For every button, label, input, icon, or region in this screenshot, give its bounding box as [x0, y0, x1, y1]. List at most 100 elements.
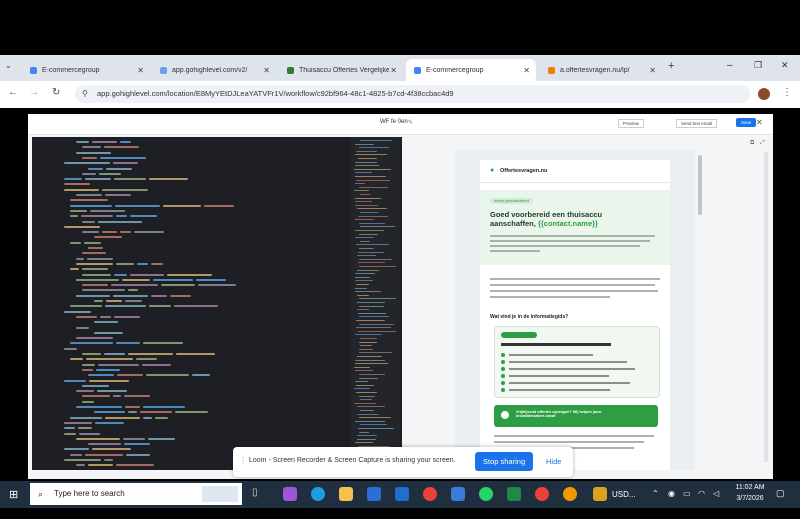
close-tab-icon[interactable]: ✕	[137, 66, 144, 75]
code-token	[173, 305, 218, 308]
minimap-line	[354, 363, 388, 365]
back-icon[interactable]: ←	[8, 87, 18, 98]
code-token	[104, 305, 147, 308]
chrome-profile-icon[interactable]	[535, 487, 549, 501]
close-tab-icon[interactable]: ✕	[390, 66, 397, 75]
code-token	[115, 204, 161, 207]
close-tab-icon[interactable]: ✕	[263, 66, 270, 75]
minimap-line	[354, 168, 392, 170]
preview-scrollbar[interactable]	[698, 155, 702, 215]
file-explorer-icon[interactable]	[339, 487, 353, 501]
currency-widget-label[interactable]: USD...	[612, 490, 636, 499]
location-pin-icon: ●	[490, 167, 495, 174]
battery-icon[interactable]: ▭	[683, 489, 691, 498]
close-editor-icon[interactable]: ✕	[756, 118, 763, 127]
body-text-line	[490, 278, 660, 280]
tray-app-icon[interactable]: ◉	[668, 489, 675, 498]
save-button[interactable]: Save	[736, 118, 757, 127]
code-token	[79, 432, 100, 435]
close-window-icon[interactable]: ✕	[781, 60, 789, 71]
browser-tab-2[interactable]: app.gohighlevel.com/v2/ ✕	[152, 59, 276, 81]
minimap-line	[355, 287, 368, 289]
windows-start-icon[interactable]: ⊞	[9, 488, 18, 501]
forward-icon[interactable]: →	[29, 87, 39, 98]
profile-avatar[interactable]	[758, 88, 770, 100]
minimap-line	[354, 366, 370, 368]
code-token	[195, 278, 226, 281]
browser-tab-5[interactable]: a.offertesvragen.nu/lp/ ✕	[540, 59, 662, 81]
minimap-line	[358, 323, 394, 325]
chrome-canary-icon[interactable]	[563, 487, 577, 501]
code-token	[76, 294, 111, 297]
reload-icon[interactable]: ↻	[52, 87, 60, 98]
browser-tab-1[interactable]: E-commercegroup ✕	[22, 59, 150, 81]
notification-icon[interactable]: ▢	[776, 488, 785, 499]
drag-handle-icon[interactable]: ⋮	[239, 456, 247, 465]
site-info-icon[interactable]: ⚲	[82, 85, 88, 103]
check-text-line	[509, 382, 630, 384]
address-bar-input[interactable]: ⚲ app.gohighlevel.com/location/E8MyYEtDJ…	[75, 85, 750, 103]
browser-tab-4-active[interactable]: E-commercegroup ✕	[406, 59, 536, 81]
edit-pencil-icon[interactable]: ✎	[408, 119, 413, 126]
send-test-email-button[interactable]: Send test email	[676, 119, 718, 128]
preview-button[interactable]: Preview	[618, 119, 645, 128]
taskbar-time[interactable]: 11:02 AM	[730, 484, 770, 491]
code-token	[76, 337, 114, 340]
code-token	[64, 459, 101, 461]
email-brand-name: Offertesvragen.nu	[500, 168, 548, 174]
taskbar-date[interactable]: 3/7/2026	[730, 495, 770, 502]
code-token	[141, 363, 172, 366]
code-token	[122, 278, 151, 281]
copy-icon[interactable]: ⧉	[750, 140, 754, 147]
chrome-icon[interactable]	[423, 487, 437, 501]
minimap-line	[358, 251, 384, 253]
wifi-icon[interactable]: ◠	[698, 489, 705, 498]
close-tab-icon[interactable]: ✕	[523, 66, 530, 75]
task-view-icon[interactable]: ▯	[252, 487, 266, 501]
excel-icon[interactable]	[507, 487, 521, 501]
code-token	[76, 437, 120, 440]
browser-menu-icon[interactable]: ⋮	[782, 87, 792, 98]
store-icon[interactable]	[367, 487, 381, 501]
whatsapp-icon[interactable]	[479, 487, 493, 501]
mail-icon[interactable]	[395, 487, 409, 501]
browser-tab-label: E-commercegroup	[426, 66, 484, 74]
code-token	[143, 416, 152, 419]
minimap-line	[357, 255, 376, 257]
minimap-line	[354, 442, 374, 444]
code-minimap[interactable]	[350, 137, 400, 470]
new-tab-button[interactable]: +	[668, 60, 674, 72]
expand-icon[interactable]: ⤢	[760, 140, 765, 147]
edge-icon[interactable]	[311, 487, 325, 501]
code-token	[96, 368, 120, 371]
card-heading-line	[501, 343, 611, 346]
code-token	[64, 310, 92, 313]
close-tab-icon[interactable]: ✕	[649, 66, 656, 75]
email-template-title[interactable]: WF fe 0en	[380, 119, 408, 125]
page-scrollbar[interactable]	[764, 152, 768, 462]
browser-tab-label: app.gohighlevel.com/v2/	[172, 66, 248, 74]
tab-list-chevron-icon[interactable]: ⌄	[5, 61, 12, 70]
stop-sharing-button[interactable]: Stop sharing	[475, 452, 534, 471]
hide-button[interactable]: Hide	[546, 457, 561, 466]
code-token	[142, 342, 183, 345]
vscode-icon[interactable]	[451, 487, 465, 501]
minimap-line	[359, 338, 378, 339]
html-code-editor[interactable]	[32, 137, 402, 470]
minimap-line	[357, 302, 385, 303]
tray-chevron-icon[interactable]: ⌃	[652, 489, 659, 498]
copilot-icon[interactable]	[283, 487, 297, 501]
code-token	[99, 172, 122, 175]
code-token	[100, 315, 111, 318]
cta-green-card[interactable]: Vrijblijvend offertes opvragen? Wij help…	[494, 405, 658, 427]
code-token	[64, 162, 111, 165]
maximize-icon[interactable]: ❐	[754, 60, 762, 71]
code-token	[85, 453, 124, 456]
volume-icon[interactable]: ◁	[713, 489, 719, 498]
minimize-icon[interactable]: –	[727, 60, 733, 71]
browser-tab-3[interactable]: Thuisaccu Offertes Vergelijken ✕	[279, 59, 403, 81]
code-token	[82, 252, 107, 255]
code-token	[149, 305, 171, 308]
taskbar-search-box[interactable]: ⌕ Type here to search	[30, 483, 242, 505]
currency-widget-icon[interactable]	[593, 487, 607, 501]
